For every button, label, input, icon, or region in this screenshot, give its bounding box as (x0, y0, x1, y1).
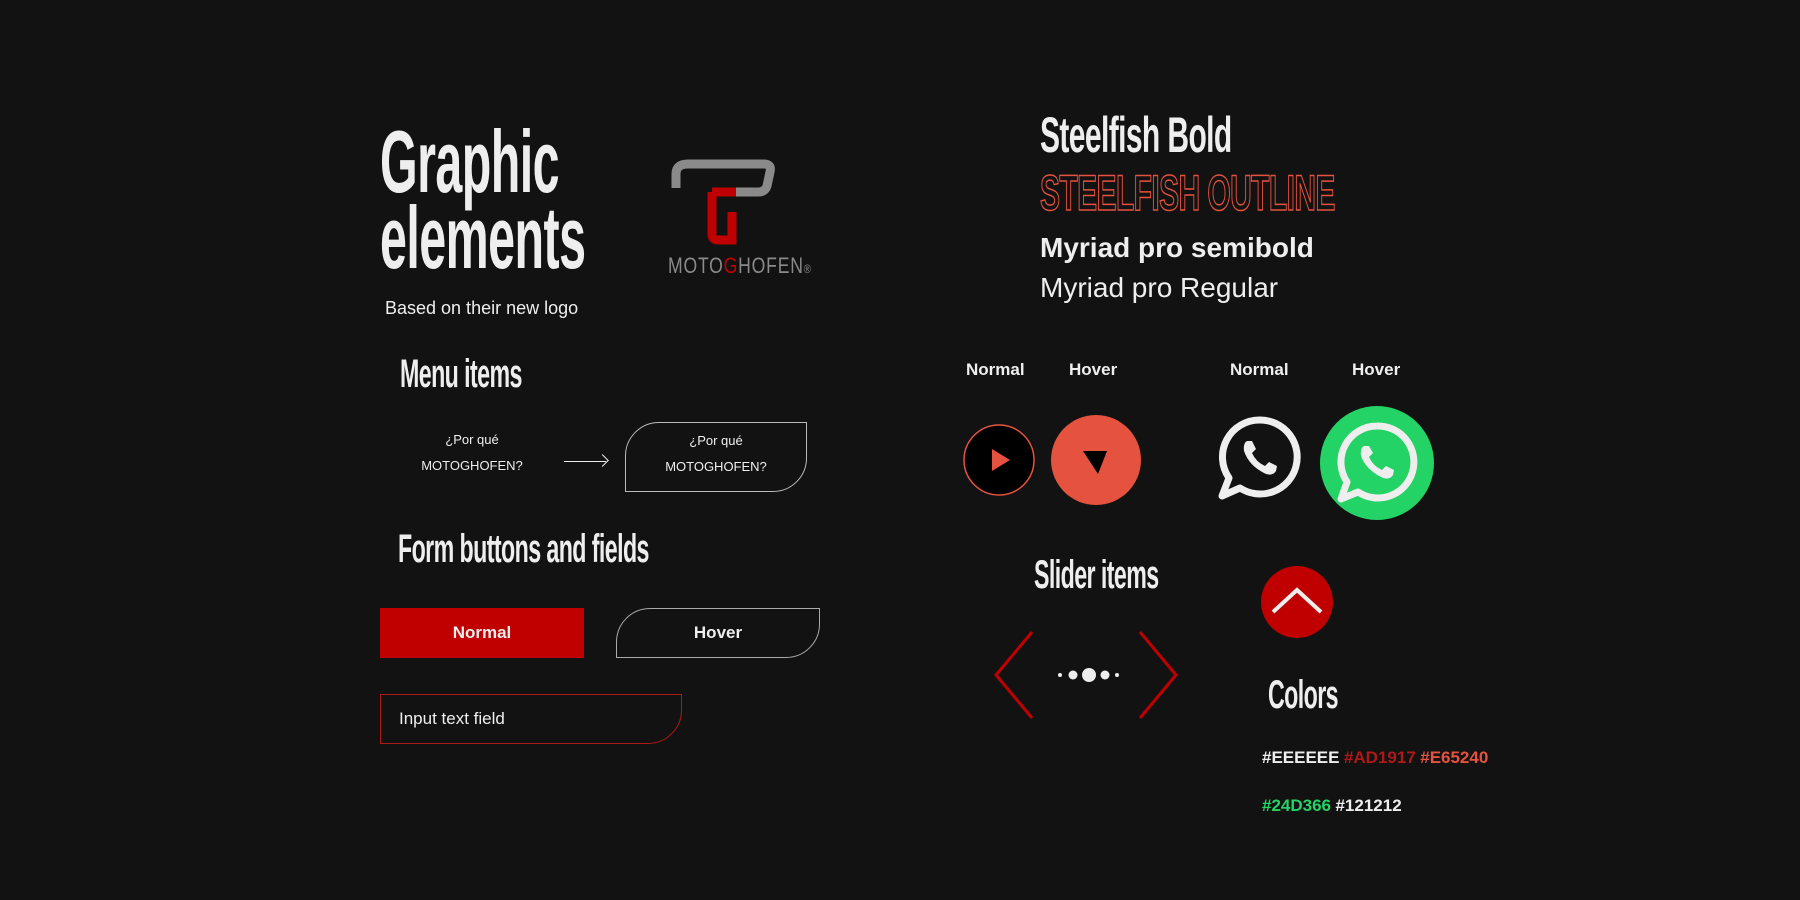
font-sample-steelfish-outline: STEELFISH OUTLINE (1040, 164, 1336, 222)
whatsapp-icon-hover[interactable] (1320, 406, 1434, 520)
page-subtitle: Based on their new logo (385, 298, 579, 318)
slider-dots[interactable] (1056, 664, 1120, 686)
slider-items-heading: Slider items (1034, 553, 1159, 597)
whatsapp-normal-label: Normal (1230, 360, 1289, 379)
play-normal-label: Normal (966, 360, 1025, 379)
menu-items-heading: Menu items (400, 352, 522, 396)
scroll-top-button[interactable] (1261, 566, 1333, 638)
menu-item-normal[interactable]: ¿Por qué MOTOGHOFEN? (400, 427, 544, 479)
slider-dot (1115, 673, 1119, 677)
title-line-2: elements (380, 188, 586, 287)
color-swatch-eeeeee: #EEEEEE (1262, 748, 1340, 767)
slider-next-arrow[interactable] (1136, 630, 1180, 720)
color-swatch-121212: #121212 (1335, 796, 1402, 815)
normal-button[interactable]: Normal (380, 608, 584, 658)
slider-dot (1100, 670, 1110, 680)
whatsapp-hover-label: Hover (1352, 360, 1401, 379)
slider-dot (1068, 670, 1078, 680)
font-sample-steelfish-bold: Steelfish Bold (1040, 107, 1232, 163)
text-input[interactable]: Input text field (380, 694, 682, 744)
form-heading: Form buttons and fields (398, 527, 649, 571)
color-swatch-ad1917: #AD1917 (1343, 748, 1416, 767)
colors-heading: Colors (1268, 673, 1339, 717)
color-palette-row-1: #EEEEEE #AD1917 #E65240 (1262, 748, 1488, 768)
motoghofen-logo: MOTOGHOFEN® (668, 158, 812, 280)
play-button-normal[interactable] (962, 423, 1036, 497)
font-sample-myriad-semibold: Myriad pro semibold (1040, 232, 1314, 263)
play-button-hover[interactable] (1051, 415, 1141, 505)
whatsapp-icon-normal[interactable] (1216, 414, 1304, 502)
color-swatch-e65240: #E65240 (1420, 748, 1489, 767)
logo-wordmark: MOTOGHOFEN® (668, 253, 812, 278)
page-title: Graphic elements (380, 118, 586, 287)
slider-prev-arrow[interactable] (992, 630, 1036, 720)
menu-item-hover[interactable]: ¿Por qué MOTOGHOFEN? (625, 422, 807, 492)
slider-dot-active (1082, 668, 1096, 682)
hover-button[interactable]: Hover (616, 608, 820, 658)
arrow-head-icon (596, 454, 609, 467)
color-swatch-24d366: #24D366 (1262, 796, 1332, 815)
slider-dot (1058, 673, 1062, 677)
color-palette-row-2: #24D366 #121212 (1262, 796, 1402, 816)
font-sample-myriad-regular: Myriad pro Regular (1040, 272, 1279, 303)
logo-mark-icon (671, 159, 775, 245)
play-hover-label: Hover (1069, 360, 1118, 379)
